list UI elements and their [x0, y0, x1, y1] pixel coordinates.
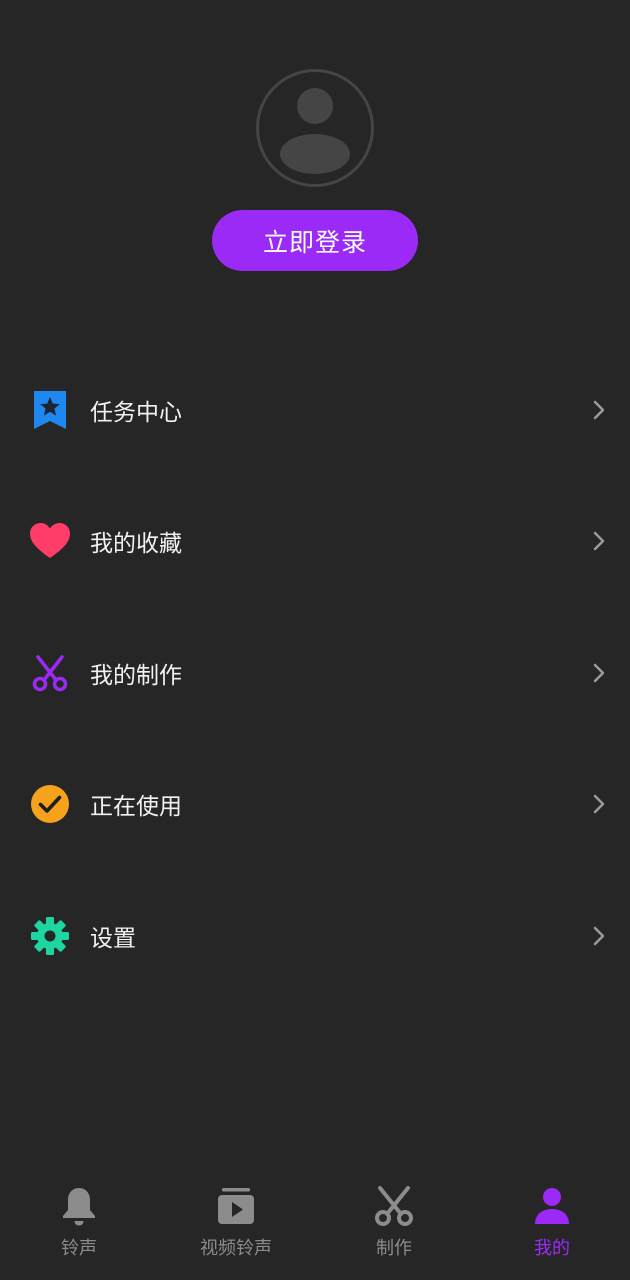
tab-label: 制作: [376, 1238, 412, 1259]
menu-item-my-creations[interactable]: 我的制作: [0, 607, 630, 739]
bell-icon: [57, 1184, 101, 1228]
tab-ringtones[interactable]: 铃声: [19, 1170, 139, 1270]
menu-list: 任务中心 我的收藏 我的制作 正在使用 设置: [0, 344, 630, 1002]
login-button[interactable]: 立即登录: [212, 210, 418, 271]
tab-label: 铃声: [61, 1238, 97, 1259]
chevron-right-icon: [593, 926, 605, 945]
chevron-right-icon: [593, 532, 605, 551]
chevron-right-icon: [593, 400, 605, 419]
menu-item-in-use[interactable]: 正在使用: [0, 739, 630, 871]
tab-label: 我的: [534, 1238, 570, 1259]
tab-mine[interactable]: 我的: [492, 1170, 612, 1270]
tab-create[interactable]: 制作: [334, 1170, 454, 1270]
menu-item-label: 我的制作: [90, 662, 182, 689]
menu-item-favorites[interactable]: 我的收藏: [0, 476, 630, 608]
check-circle-icon: [28, 782, 72, 826]
avatar[interactable]: [256, 69, 374, 187]
menu-item-label: 正在使用: [90, 794, 182, 821]
tab-video-ringtones[interactable]: 视频铃声: [176, 1170, 296, 1270]
menu-item-settings[interactable]: 设置: [0, 870, 630, 1002]
bookmark-star-icon: [28, 388, 72, 432]
person-placeholder-icon: [280, 88, 350, 174]
menu-item-label: 任务中心: [90, 399, 182, 426]
scissors-icon: [28, 651, 72, 695]
scissors-icon: [372, 1184, 416, 1228]
chevron-right-icon: [593, 795, 605, 814]
gear-icon: [28, 914, 72, 958]
bottom-tab-bar: 铃声 视频铃声 制作 我的: [0, 1170, 630, 1280]
menu-item-task-center[interactable]: 任务中心: [0, 344, 630, 476]
menu-item-label: 我的收藏: [90, 531, 182, 558]
chevron-right-icon: [593, 663, 605, 682]
heart-icon: [28, 519, 72, 563]
person-icon: [530, 1184, 574, 1228]
video-play-icon: [214, 1184, 258, 1228]
tab-label: 视频铃声: [200, 1238, 272, 1259]
menu-item-label: 设置: [90, 925, 136, 952]
